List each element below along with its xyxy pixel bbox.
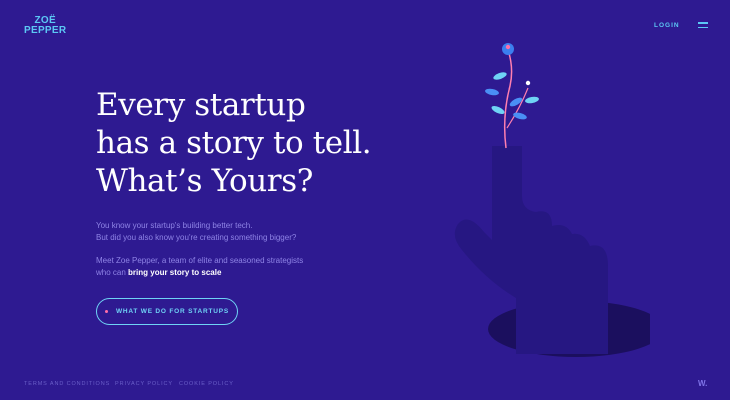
team-line-2-prefix: who can [96,267,129,277]
team-paragraph: Meet Zoe Pepper, a team of elite and sea… [96,255,303,278]
team-line-2: who can bring your story to scale [96,267,303,279]
cookie-link[interactable]: COOKIE POLICY [179,381,234,387]
team-line-1: Meet Zoe Pepper, a team of elite and sea… [96,256,304,265]
leaf [491,105,505,115]
hand-shape [454,146,608,354]
startups-cta-button[interactable]: WHAT WE DO FOR STARTUPS [96,298,238,325]
headline-line-3: What’s Yours? [96,163,313,199]
team-line-2-emphasis: bring your story to scale [128,267,222,277]
hero-headline: Every startup has a story to tell. What’… [96,86,372,200]
plant-stem [503,49,513,149]
logo[interactable]: ZOË PEPPER [24,16,66,36]
intro-paragraph: You know your startup's building better … [96,220,296,243]
intro-line-2: But did you also know you're creating so… [96,232,297,242]
cta-label: WHAT WE DO FOR STARTUPS [115,308,230,315]
privacy-link[interactable]: PRIVACY POLICY [115,381,173,387]
hamburger-menu-icon[interactable] [698,22,708,30]
cta-dot-icon [104,310,108,313]
headline-line-2: has a story to tell. [96,125,372,161]
intro-line-1: You know your startup's building better … [96,221,253,230]
flower-center [505,44,511,50]
credit-link[interactable]: W. [698,379,707,388]
leaf [493,72,507,80]
headline-line-1: Every startup [96,87,306,123]
berry [525,80,531,86]
login-link[interactable]: LOGIN [654,22,680,29]
leaf [525,96,539,104]
plant-branch [506,87,529,129]
leaf [513,112,527,120]
plant-hand-illustration [454,43,650,357]
logo-line-2: PEPPER [24,25,67,36]
terms-link[interactable]: TERMS AND CONDITIONS [24,381,110,387]
leaf [485,88,499,96]
